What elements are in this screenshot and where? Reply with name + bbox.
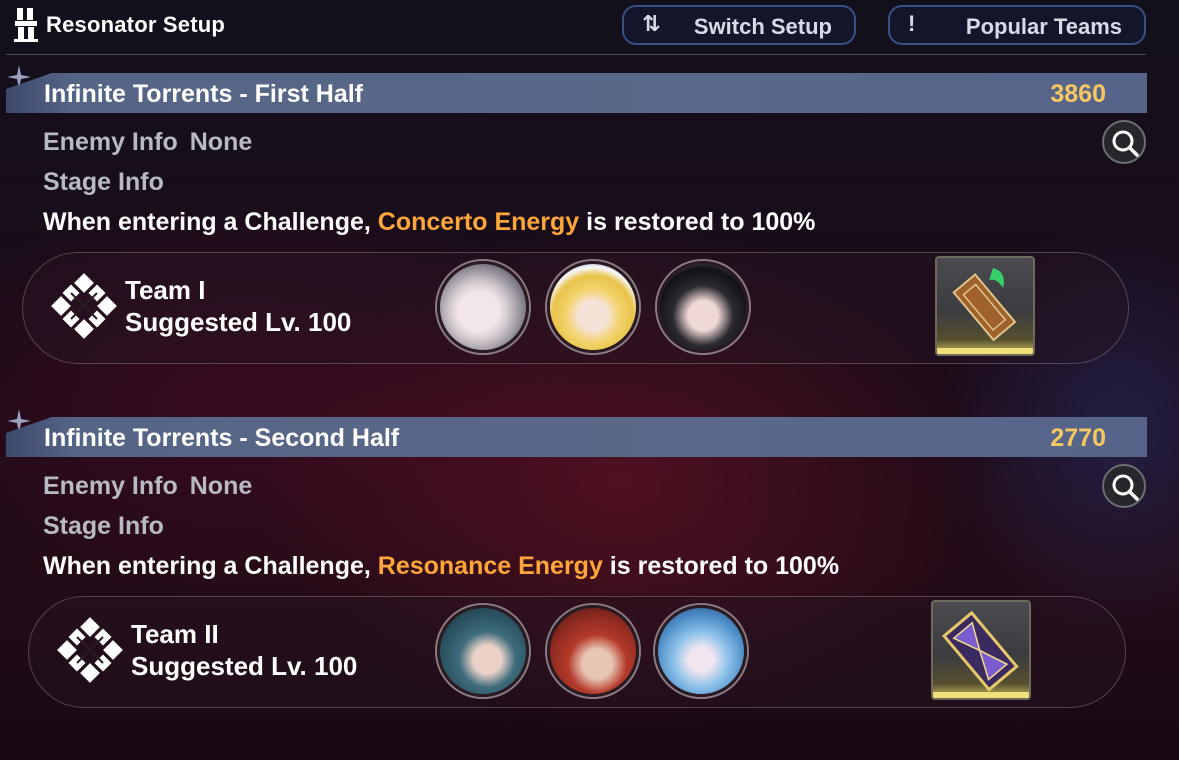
challenge-section-first-half: Infinite Torrents - First Half 3860 Enem… — [0, 62, 1179, 382]
effect-suffix: is restored to 100% — [602, 552, 840, 580]
magnifier-icon — [1112, 130, 1139, 157]
team-suggested-level: Suggested Lv. 100 — [131, 651, 358, 681]
team-emblem-icon — [51, 273, 117, 339]
resonator-icon — [14, 8, 38, 42]
enemy-info: Enemy Info None — [43, 472, 252, 501]
magnifier-icon — [1112, 474, 1139, 501]
exclamation-icon: ! — [908, 11, 916, 36]
section-title: Infinite Torrents - Second Half — [44, 424, 400, 452]
enemy-info: Enemy Info None — [43, 128, 252, 157]
effect-prefix: When entering a Challenge, — [43, 208, 378, 236]
tablet-graphic — [952, 268, 1017, 342]
black-hair-resonator-portrait[interactable] — [657, 261, 749, 353]
section-score: 3860 — [1050, 80, 1106, 108]
light-blue-hair-resonator-portrait[interactable] — [655, 605, 747, 697]
stage-effect-text: When entering a Challenge, Concerto Ener… — [43, 208, 815, 237]
team-card[interactable]: Team II Suggested Lv. 100 — [28, 596, 1126, 708]
team-name: Team II — [131, 619, 219, 649]
enemy-info-label: Enemy Info — [43, 472, 178, 500]
swap-arrows-icon: ⇅ — [642, 11, 661, 36]
stage-effect-text: When entering a Challenge, Resonance Ene… — [43, 552, 839, 581]
effect-suffix: is restored to 100% — [579, 208, 816, 236]
enemy-info-label: Enemy Info — [43, 128, 178, 156]
hourglass-item-icon[interactable] — [931, 600, 1031, 700]
effect-highlight: Concerto Energy — [377, 208, 580, 236]
enemy-search-button[interactable] — [1102, 464, 1146, 508]
popular-teams-button[interactable]: ! Popular Teams — [888, 5, 1146, 45]
section-title: Infinite Torrents - First Half — [44, 80, 363, 108]
team-card[interactable]: Team I Suggested Lv. 100 — [22, 252, 1129, 364]
hourglass-graphic — [941, 610, 1019, 692]
white-hair-resonator-portrait[interactable] — [437, 261, 529, 353]
switch-setup-label: Switch Setup — [693, 14, 832, 39]
stage-info-label: Stage Info — [43, 168, 164, 196]
team-suggested-level: Suggested Lv. 100 — [125, 307, 352, 337]
blonde-hat-resonator-portrait[interactable] — [547, 261, 639, 353]
enemy-info-value: None — [189, 128, 253, 156]
challenge-section-second-half: Infinite Torrents - Second Half 2770 Ene… — [0, 406, 1179, 726]
top-bar: Resonator Setup ⇅ Switch Setup ! Popular… — [0, 0, 1179, 56]
switch-setup-button[interactable]: ⇅ Switch Setup — [622, 5, 856, 45]
team-emblem-icon — [57, 617, 123, 683]
enemy-info-value: None — [189, 472, 253, 500]
team-name: Team I — [125, 275, 206, 305]
teal-hair-resonator-portrait[interactable] — [437, 605, 529, 697]
red-hair-glasses-resonator-portrait[interactable] — [547, 605, 639, 697]
stage-info-label: Stage Info — [43, 512, 164, 540]
item-glow — [937, 348, 1033, 354]
popular-teams-label: Popular Teams — [965, 14, 1122, 39]
enemy-search-button[interactable] — [1102, 120, 1146, 164]
item-glow — [933, 692, 1029, 698]
effect-prefix: When entering a Challenge, — [43, 552, 378, 580]
header-divider — [6, 54, 1146, 55]
wooden-tablet-item-icon[interactable] — [935, 256, 1035, 356]
page-title: Resonator Setup — [46, 12, 226, 37]
effect-highlight: Resonance Energy — [377, 552, 603, 580]
section-score: 2770 — [1050, 424, 1106, 452]
